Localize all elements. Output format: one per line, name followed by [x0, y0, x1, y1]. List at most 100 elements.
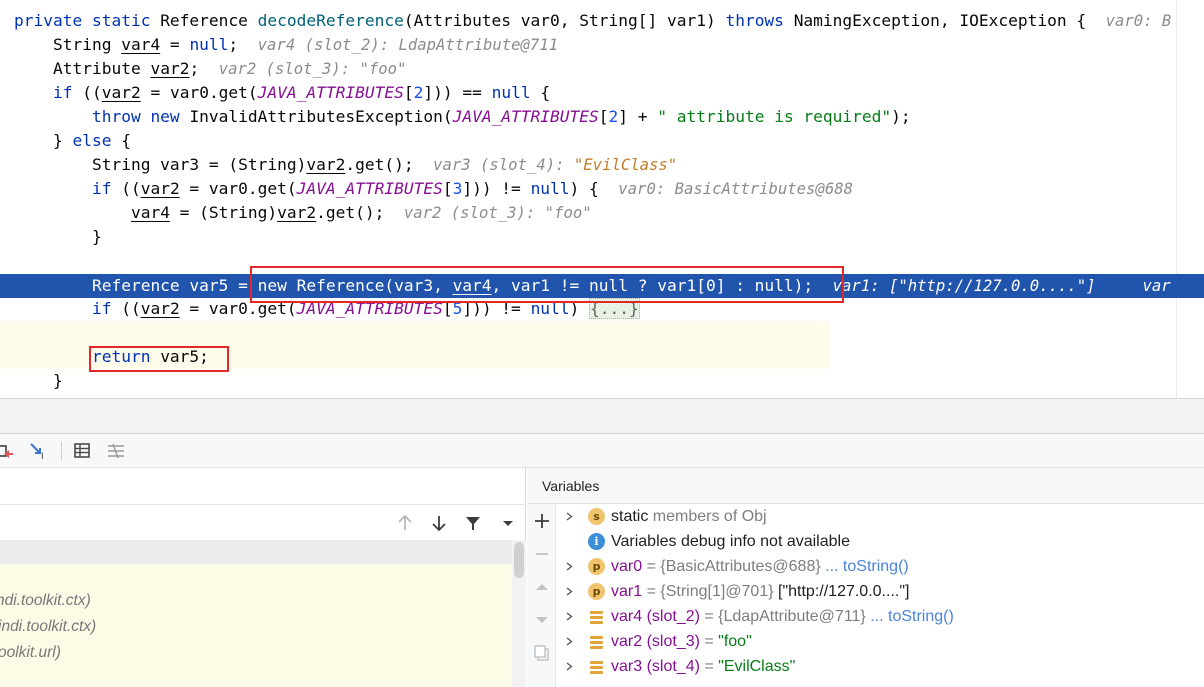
- code-line[interactable]: [0, 321, 830, 345]
- frames-toolbar: [0, 504, 526, 540]
- code-line[interactable]: if ((var2 = var0.get(JAVA_ATTRIBUTES[2])…: [14, 81, 1204, 105]
- code-token: ])) ==: [423, 83, 492, 102]
- variable-value: = {String[1]@701}: [642, 583, 779, 600]
- frame-item[interactable]: jndi.toolkit.ctx): [0, 618, 96, 644]
- code-token: ((: [121, 299, 141, 318]
- local-variable-icon: [588, 608, 605, 625]
- svg-text:I: I: [41, 452, 44, 462]
- code-line[interactable]: if ((var2 = var0.get(JAVA_ATTRIBUTES[3])…: [14, 177, 1204, 201]
- to-string-link[interactable]: ... toString(): [825, 558, 909, 575]
- code-token: var2: [140, 179, 180, 198]
- code-token: JAVA_ATTRIBUTES: [296, 179, 443, 198]
- add-watch-icon[interactable]: [532, 511, 552, 531]
- code-token: if: [14, 83, 83, 102]
- code-token: if: [14, 179, 122, 198]
- variable-text: static members of Obj: [611, 504, 767, 529]
- frame-item[interactable]: oolkit.url): [0, 644, 61, 670]
- code-token: [: [403, 83, 414, 102]
- inline-debug-hint: var4 (slot_2): LdapAttribute@711: [257, 36, 559, 54]
- variable-name: var1: [611, 583, 643, 600]
- chevron-right-icon[interactable]: [565, 562, 574, 571]
- parameter-icon: p: [588, 583, 605, 600]
- static-icon: s: [588, 508, 605, 525]
- code-token: = (String): [169, 203, 278, 222]
- code-line[interactable]: var4 = (String)var2.get(); var2 (slot_3)…: [14, 201, 1204, 225]
- move-down-icon[interactable]: [532, 610, 552, 630]
- code-line[interactable]: String var4 = null; var4 (slot_2): LdapA…: [14, 33, 1204, 57]
- chevron-right-icon[interactable]: [565, 587, 574, 596]
- run-to-cursor-icon[interactable]: I: [28, 440, 50, 462]
- code-line[interactable]: } else {: [14, 129, 1204, 153]
- move-up-icon[interactable]: [532, 577, 552, 597]
- drop-frame-icon[interactable]: [0, 440, 16, 462]
- variable-name: var2 (slot_3): [611, 633, 700, 650]
- code-token: JAVA_ATTRIBUTES: [257, 83, 404, 102]
- code-token: {: [530, 83, 551, 102]
- trace-current-stream-icon[interactable]: [105, 440, 127, 462]
- chevron-right-icon[interactable]: [565, 612, 574, 621]
- panel-divider[interactable]: [0, 398, 1204, 434]
- variables-panel: Variables s static members of Obj i Variabl…: [527, 468, 1204, 687]
- code-line[interactable]: }: [14, 369, 1204, 393]
- variable-value: =: [699, 633, 719, 650]
- frame-item[interactable]: ndi.toolkit.ctx): [0, 592, 91, 618]
- inline-debug-hint: var1: ["http://127.0.0...."] var: [832, 277, 1171, 295]
- chevron-right-icon[interactable]: [565, 637, 574, 646]
- code-token: 2: [413, 83, 424, 102]
- code-token: [: [598, 107, 609, 126]
- code-token: null: [530, 179, 570, 198]
- evaluate-table-icon[interactable]: [71, 440, 93, 462]
- arrow-down-icon[interactable]: [429, 513, 449, 533]
- code-token: .get();: [316, 203, 404, 222]
- variable-row[interactable]: var3 (slot_4) = "EvilClass": [557, 654, 1203, 679]
- variable-string-value: "EvilClass": [718, 658, 796, 675]
- variable-name: Variables debug info not available: [611, 533, 850, 550]
- code-token: " attribute is required": [657, 107, 892, 126]
- arrow-up-icon[interactable]: [395, 513, 415, 533]
- local-variable-icon: [588, 658, 605, 675]
- variable-row[interactable]: p var1 = {String[1]@701} ["http://127.0.0…: [557, 579, 1203, 604]
- toolbar-separator: [61, 442, 62, 460]
- variable-row[interactable]: var4 (slot_2) = {LdapAttribute@711} ... …: [557, 604, 1203, 629]
- chevron-down-icon[interactable]: [498, 513, 518, 533]
- chevron-right-icon[interactable]: [565, 662, 574, 671]
- code-token: ;: [228, 35, 258, 54]
- code-token: = var0.get(: [140, 83, 258, 102]
- code-line[interactable]: private static Reference decodeReference…: [14, 9, 1204, 33]
- code-token: throw new: [14, 107, 190, 126]
- variable-value: =: [699, 658, 719, 675]
- variable-name: var4 (slot_2): [611, 608, 700, 625]
- remove-watch-icon[interactable]: [532, 544, 552, 564]
- frame-selected-row[interactable]: [0, 540, 512, 564]
- code-line[interactable]: }: [14, 225, 1204, 249]
- code-token: }: [14, 131, 73, 150]
- variable-text: var4 (slot_2) = {LdapAttribute@711} ... …: [611, 604, 954, 629]
- chevron-right-icon[interactable]: [565, 512, 574, 521]
- code-line[interactable]: String var3 = (String)var2.get(); var3 (…: [14, 153, 1204, 177]
- variable-row[interactable]: s static members of Obj: [557, 504, 1203, 529]
- scrollbar-thumb[interactable]: [514, 542, 524, 578]
- filter-icon[interactable]: [463, 513, 483, 533]
- code-token: ((: [121, 179, 141, 198]
- variable-value: ["http://127.0.0...."]: [778, 583, 910, 600]
- code-line[interactable]: Attribute var2; var2 (slot_3): "foo": [14, 57, 1204, 81]
- code-token: null: [491, 83, 531, 102]
- variable-name: var3 (slot_4): [611, 658, 700, 675]
- code-token: ] +: [618, 107, 658, 126]
- to-string-link[interactable]: ... toString(): [870, 608, 954, 625]
- frames-scrollbar[interactable]: [512, 540, 526, 687]
- variable-row[interactable]: p var0 = {BasicAttributes@688} ... toStri…: [557, 554, 1203, 579]
- code-token: {: [121, 131, 131, 150]
- inline-debug-hint: var2 (slot_3): "foo": [218, 60, 407, 78]
- variable-row[interactable]: var2 (slot_3) = "foo": [557, 629, 1203, 654]
- inline-debug-hint: var3 (slot_4):: [433, 156, 574, 174]
- code-token: ) {: [569, 179, 619, 198]
- variable-row[interactable]: i Variables debug info not available: [557, 529, 1203, 554]
- code-editor[interactable]: private static Reference decodeReference…: [0, 0, 1204, 398]
- code-token: decodeReference: [257, 11, 404, 30]
- annotation-box-return: [89, 346, 229, 372]
- code-line[interactable]: throw new InvalidAttributesException(JAV…: [14, 105, 1204, 129]
- inline-hint-value: "EvilClass": [573, 156, 678, 174]
- frames-list[interactable]: ndi.toolkit.ctx) jndi.toolkit.ctx) oolki…: [0, 540, 512, 687]
- copy-icon[interactable]: [532, 643, 552, 663]
